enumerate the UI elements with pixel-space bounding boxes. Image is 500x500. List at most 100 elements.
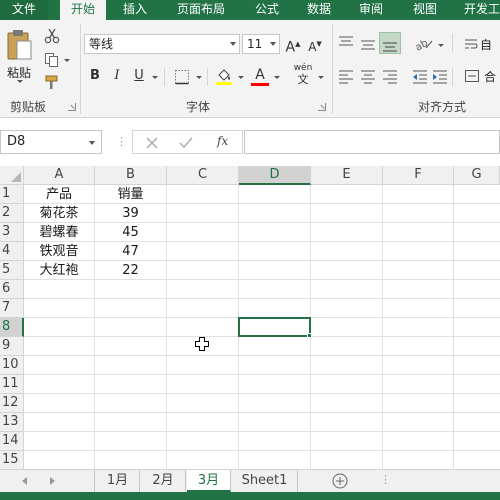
sheet-tab-bar: 1月 2月 3月 Sheet1 ⋮ bbox=[0, 469, 500, 492]
row-header-9[interactable]: 9 bbox=[0, 337, 24, 356]
fill-handle[interactable] bbox=[307, 333, 312, 338]
active-cell[interactable] bbox=[238, 317, 311, 337]
chevron-down-icon[interactable] bbox=[274, 76, 280, 79]
tab-home[interactable]: 开始 bbox=[60, 0, 106, 20]
shrink-font-button[interactable]: A▼ bbox=[306, 34, 324, 54]
chevron-down-icon bbox=[17, 80, 23, 83]
column-header-d[interactable]: D bbox=[239, 166, 311, 185]
row-header-11[interactable]: 11 bbox=[0, 375, 24, 394]
row-header-15[interactable]: 15 bbox=[0, 451, 24, 470]
align-top-icon[interactable] bbox=[338, 34, 354, 50]
divider bbox=[207, 68, 208, 86]
next-sheet-icon[interactable] bbox=[50, 477, 55, 485]
align-right-icon[interactable] bbox=[382, 68, 398, 84]
row-header-2[interactable]: 2 bbox=[0, 204, 24, 223]
table-cell: 39 bbox=[122, 206, 139, 221]
bold-button[interactable]: B bbox=[86, 66, 104, 86]
fill-color-icon[interactable] bbox=[214, 66, 234, 86]
sheet-tab-3[interactable]: 3月 bbox=[187, 470, 231, 492]
increase-indent-icon[interactable] bbox=[432, 68, 448, 84]
chevron-down-icon[interactable] bbox=[64, 59, 70, 62]
chevron-down-icon[interactable] bbox=[196, 76, 202, 79]
merge-center-icon[interactable] bbox=[464, 68, 480, 84]
gridline-vertical bbox=[453, 185, 454, 470]
select-all-button[interactable] bbox=[0, 166, 24, 185]
font-name-value: 等线 bbox=[89, 37, 114, 51]
column-header-b[interactable]: B bbox=[95, 166, 167, 185]
gridline-horizontal bbox=[24, 450, 500, 451]
cell-cursor-icon bbox=[195, 337, 209, 351]
tab-insert[interactable]: 插入 bbox=[112, 0, 158, 20]
underline-button[interactable]: U bbox=[130, 66, 148, 86]
row-header-8[interactable]: 8 bbox=[0, 318, 24, 337]
column-header-c[interactable]: C bbox=[167, 166, 239, 185]
wrap-text-button[interactable]: 自 bbox=[464, 34, 500, 54]
chevron-down-icon[interactable] bbox=[238, 76, 244, 79]
tab-formulas[interactable]: 公式 bbox=[244, 0, 290, 20]
font-size-combo[interactable]: 11 bbox=[242, 34, 280, 54]
sheet-tab-2[interactable]: 2月 bbox=[141, 470, 186, 492]
insert-function-button[interactable]: fx bbox=[217, 134, 228, 148]
font-color-bar bbox=[251, 83, 269, 86]
prev-sheet-icon[interactable] bbox=[22, 477, 27, 485]
paste-icon bbox=[7, 30, 32, 60]
column-header-g[interactable]: G bbox=[454, 166, 500, 185]
table-cell: 菊花茶 bbox=[39, 206, 79, 221]
align-bottom-button[interactable] bbox=[379, 32, 401, 54]
table-cell: 22 bbox=[122, 263, 139, 278]
row-header-1[interactable]: 1 bbox=[0, 185, 24, 204]
chevron-down-icon[interactable] bbox=[438, 44, 444, 47]
sheet-tab-4[interactable]: Sheet1 bbox=[232, 470, 298, 492]
add-sheet-icon[interactable] bbox=[332, 473, 348, 489]
enter-icon[interactable] bbox=[179, 136, 193, 150]
gridline-vertical bbox=[166, 185, 167, 470]
tab-file[interactable]: 文件 bbox=[0, 0, 48, 20]
phonetic-button[interactable]: wén 文 bbox=[292, 62, 314, 86]
align-middle-icon[interactable] bbox=[360, 36, 376, 52]
formula-input[interactable] bbox=[244, 130, 500, 154]
gridline-horizontal bbox=[24, 298, 500, 299]
column-header-f[interactable]: F bbox=[383, 166, 454, 185]
column-header-a[interactable]: A bbox=[24, 166, 95, 185]
cancel-icon[interactable] bbox=[145, 136, 159, 150]
tab-developer[interactable]: 开发工 bbox=[458, 0, 500, 20]
tab-data[interactable]: 数据 bbox=[296, 0, 342, 20]
dialog-launcher-icon[interactable] bbox=[318, 103, 326, 111]
border-icon[interactable] bbox=[174, 69, 190, 85]
row-header-13[interactable]: 13 bbox=[0, 413, 24, 432]
align-center-icon[interactable] bbox=[360, 68, 376, 84]
column-header-e[interactable]: E bbox=[311, 166, 383, 185]
row-header-14[interactable]: 14 bbox=[0, 432, 24, 451]
chevron-down-icon[interactable] bbox=[152, 76, 158, 79]
row-header-7[interactable]: 7 bbox=[0, 299, 24, 318]
table-header-cell: 产品 bbox=[45, 187, 72, 202]
row-header-4[interactable]: 4 bbox=[0, 242, 24, 261]
tab-view[interactable]: 视图 bbox=[402, 0, 448, 20]
align-left-icon[interactable] bbox=[338, 68, 354, 84]
divider bbox=[164, 68, 165, 86]
row-header-6[interactable]: 6 bbox=[0, 280, 24, 299]
row-header-10[interactable]: 10 bbox=[0, 356, 24, 375]
grow-font-button[interactable]: A▲ bbox=[284, 34, 302, 56]
dialog-launcher-icon[interactable] bbox=[68, 103, 76, 111]
tab-review[interactable]: 审阅 bbox=[348, 0, 394, 20]
row-header-12[interactable]: 12 bbox=[0, 394, 24, 413]
sheet-tab-1[interactable]: 1月 bbox=[96, 470, 140, 492]
decrease-indent-icon[interactable] bbox=[412, 68, 428, 84]
italic-button[interactable]: I bbox=[108, 66, 126, 86]
cut-icon[interactable] bbox=[44, 28, 60, 44]
orientation-icon[interactable]: ab bbox=[414, 36, 434, 52]
copy-icon[interactable] bbox=[44, 52, 60, 68]
tab-page-layout[interactable]: 页面布局 bbox=[168, 0, 234, 20]
paste-button[interactable]: 粘贴 bbox=[4, 26, 36, 84]
row-header-5[interactable]: 5 bbox=[0, 261, 24, 280]
table-header-cell: 销量 bbox=[117, 187, 144, 202]
font-name-combo[interactable]: 等线 bbox=[84, 34, 240, 54]
worksheet-grid[interactable]: 产品 销量 菊花茶 39 碧螺春 45 铁观音 47 大红袍 22 bbox=[24, 185, 500, 470]
chevron-down-icon[interactable] bbox=[318, 76, 324, 79]
row-header-3[interactable]: 3 bbox=[0, 223, 24, 242]
name-box[interactable]: D8 bbox=[0, 130, 102, 154]
group-separator bbox=[332, 24, 333, 114]
font-color-button[interactable]: A bbox=[250, 65, 270, 86]
format-painter-icon[interactable] bbox=[44, 75, 60, 91]
